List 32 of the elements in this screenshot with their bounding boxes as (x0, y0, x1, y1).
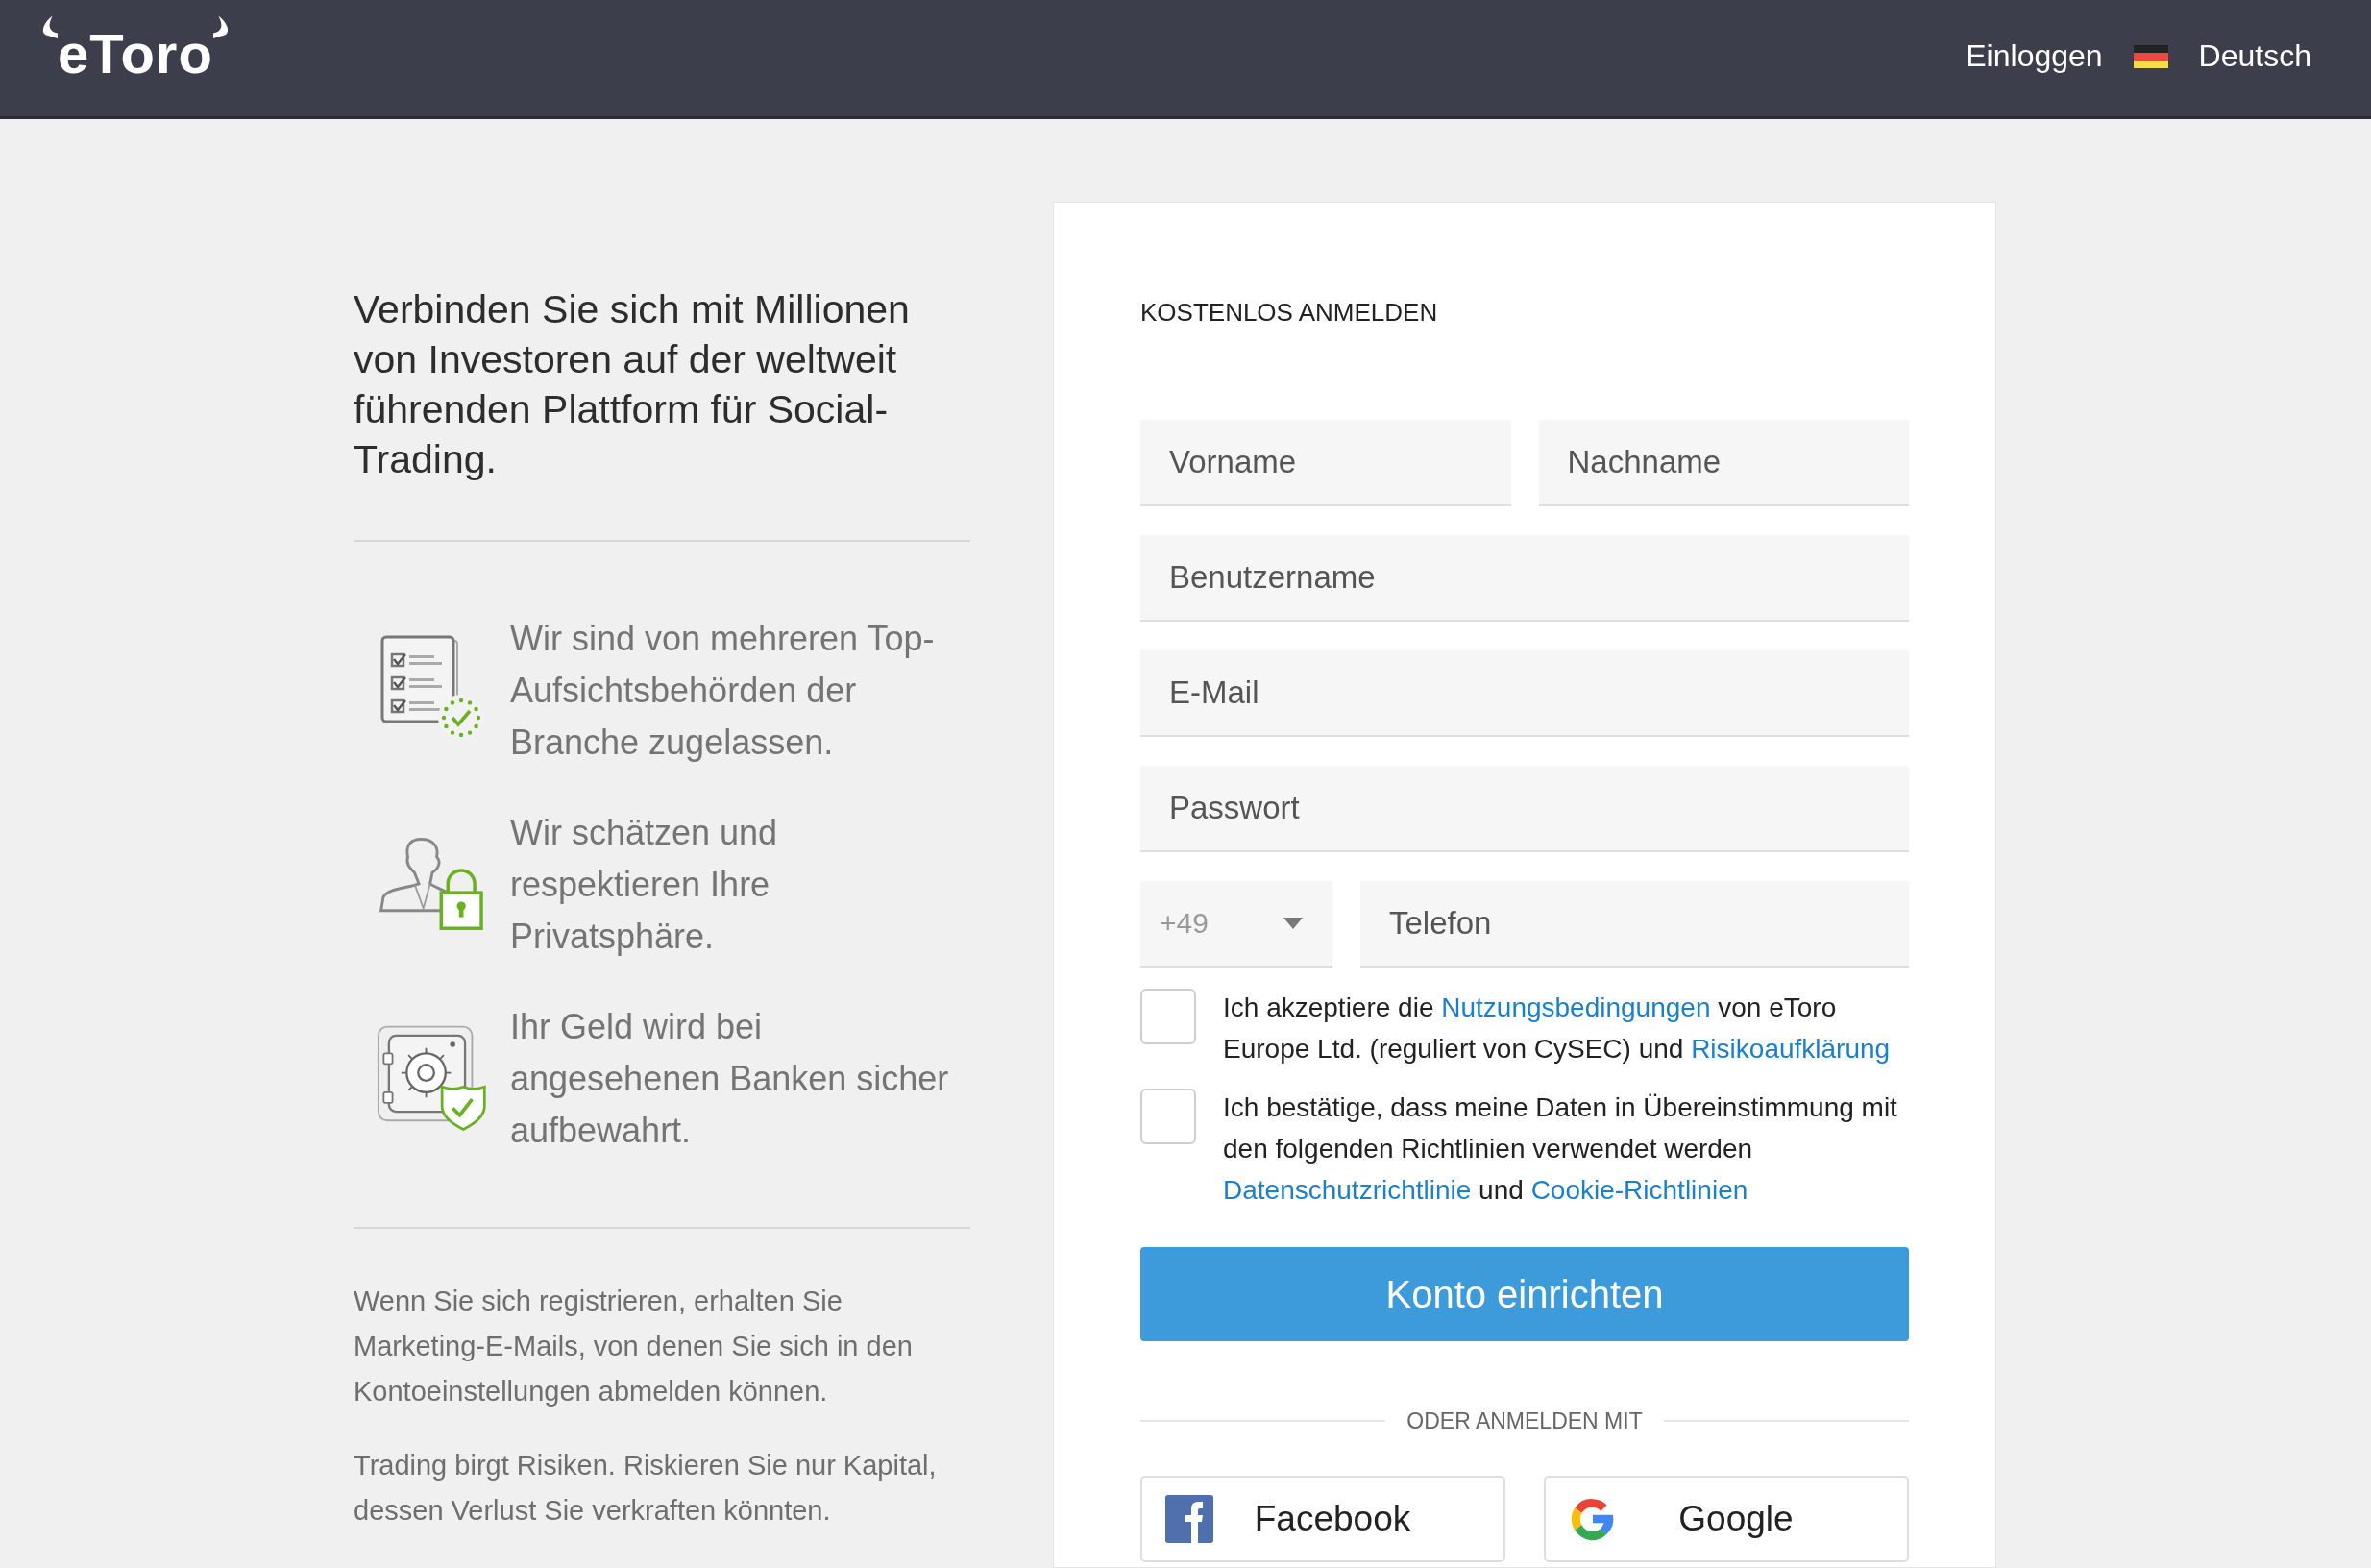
input-field[interactable]: Nachname (1538, 420, 1909, 506)
feature-text: Ihr Geld wird bei angesehenen Banken sicher aufbewahrt. (510, 1006, 950, 1152)
text-link[interactable]: Risikoaufklärung (1691, 1034, 1891, 1064)
headline: Verbinden Sie sich mit Millionen von Investoren auf der weltweit führenden Plattform für Social-Trading. (354, 286, 911, 483)
divider-label: ODER ANMELDEN MIT (1405, 1408, 1644, 1435)
input-field[interactable]: Vorname (1140, 420, 1511, 506)
text-link[interactable]: Cookie-Richtlinien (1530, 1175, 1748, 1205)
country-code-dropdown[interactable]: +49 (1140, 881, 1332, 968)
checkbox[interactable] (1140, 989, 1196, 1044)
language-link[interactable]: Deutsch (2198, 38, 2311, 74)
text-link[interactable]: Nutzungsbedingungen (1441, 992, 1711, 1022)
feature-text: Wir sind von mehreren Top-Aufsichtsbehörden der Branche zugelassen. (510, 618, 936, 764)
consent-text: Ich akzeptiere die Nutzungsbedingungen von eToro Europe Ltd. (reguliert von CySEC) und Risikoaufklärung (1223, 992, 1892, 1066)
input-field[interactable]: E-Mail (1140, 650, 1909, 737)
text-link[interactable]: Datenschutzrichtlinie (1223, 1175, 1472, 1205)
notice-text: Wenn Sie sich registrieren, erhalten Sie Marketing-E-Mails, von denen Sie sich in den Kontoeinstellungen abmelden können. (354, 1285, 914, 1409)
logo[interactable]: eToro (40, 14, 231, 83)
input-field[interactable]: Benutzername (1140, 535, 1909, 622)
social-login-button[interactable]: Google (1544, 1476, 1909, 1562)
input-field[interactable]: Passwort (1140, 766, 1909, 852)
checkbox[interactable] (1140, 1089, 1196, 1144)
input-field[interactable]: Telefon (1360, 881, 1909, 968)
social-login-button[interactable]: Facebook (1140, 1476, 1505, 1562)
form-title: KOSTENLOS ANMELDEN (1140, 297, 1439, 329)
consent-text: Ich bestätige, dass meine Daten in Übereinstimmung mit den folgenden Richtlinien verwendet werden Datenschutzrichtlinie und Cookie-Richtlinien (1223, 1091, 1898, 1207)
flag-icon (2133, 44, 2168, 68)
caret-icon (1283, 918, 1304, 929)
create-account-button[interactable]: Konto einrichten (1140, 1247, 1909, 1341)
feature-text: Wir schätzen und respektieren Ihre Privatsphäre. (510, 812, 779, 958)
notice-text: Trading birgt Risiken. Riskieren Sie nur Kapital, dessen Verlust Sie verkraften könnten. (354, 1449, 938, 1528)
f-logo-icon (1165, 1495, 1213, 1543)
login-link[interactable]: Einloggen (1966, 38, 2103, 74)
